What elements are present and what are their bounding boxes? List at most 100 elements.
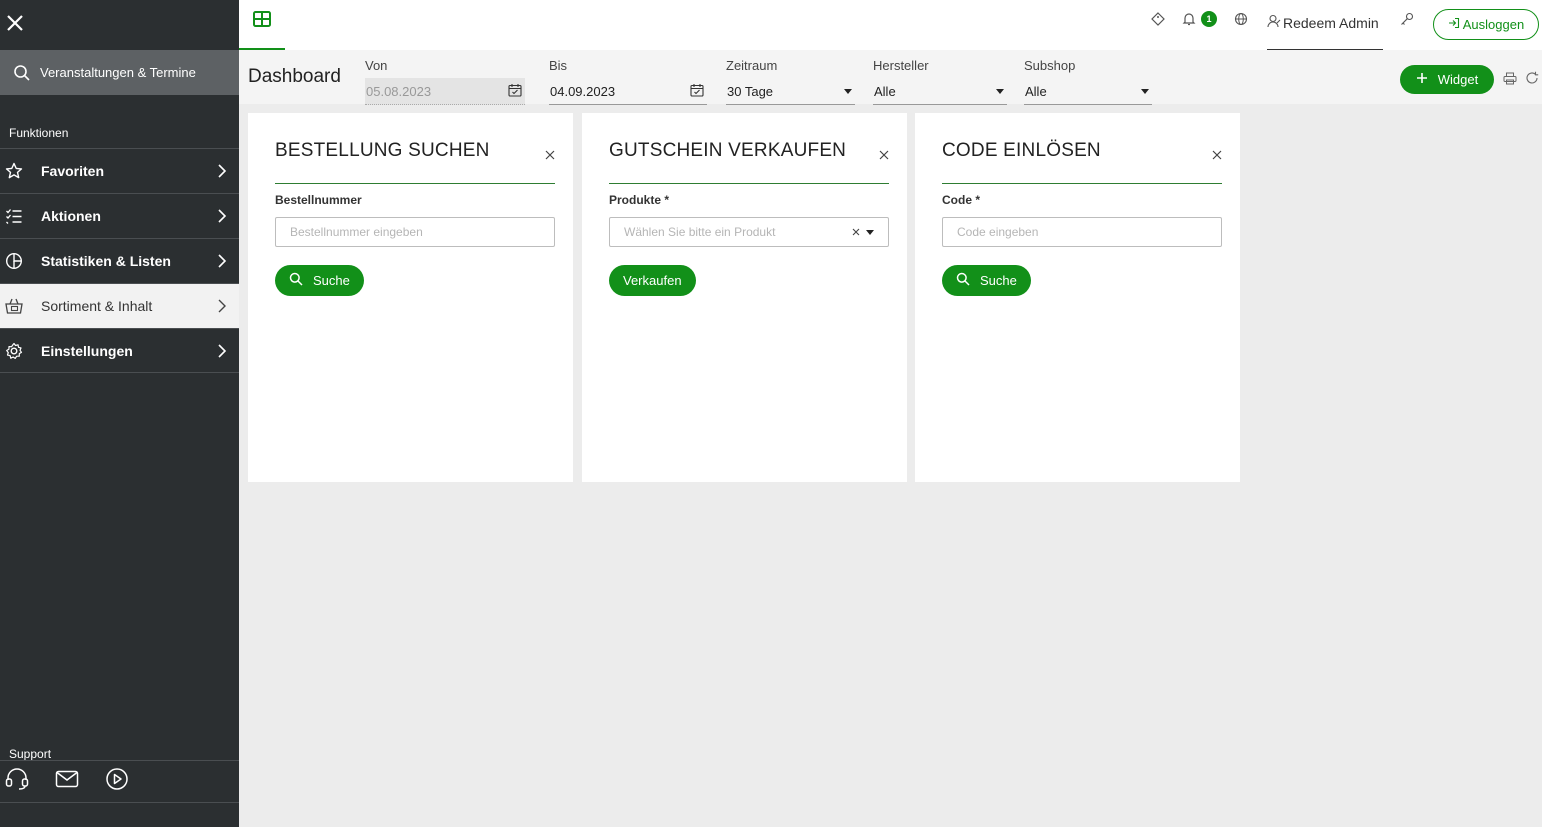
gear-icon <box>0 342 41 360</box>
section-functions: Funktionen <box>9 126 69 140</box>
headset-icon[interactable] <box>5 768 29 795</box>
sidebar-item-label: Sortiment & Inhalt <box>41 298 153 314</box>
key-icon[interactable] <box>1400 12 1414 31</box>
filter-subshop-label: Subshop <box>1024 58 1076 73</box>
field-label: Code * <box>942 193 981 207</box>
sidebar-item-settings[interactable]: Einstellungen <box>0 328 239 373</box>
from-date-field[interactable]: 05.08.2023 <box>365 78 525 105</box>
widget-title: BESTELLUNG SUCHEN <box>275 140 490 161</box>
clear-icon[interactable] <box>852 225 860 239</box>
search-button[interactable]: Suche <box>275 265 364 296</box>
refresh-icon[interactable] <box>1525 71 1539 90</box>
sidebar-item-label: Einstellungen <box>41 342 133 359</box>
widget-order-search: BESTELLUNG SUCHEN Bestellnummer Bestelln… <box>248 113 573 482</box>
divider <box>942 183 1222 184</box>
user-icon <box>1267 14 1281 31</box>
section-support: Support <box>9 747 52 761</box>
code-input[interactable]: Code eingeben <box>942 217 1222 247</box>
sidebar-search[interactable]: Veranstaltungen & Termine <box>0 50 239 95</box>
mail-icon[interactable] <box>55 770 79 793</box>
search-icon <box>0 64 40 82</box>
sidebar-item-label: Favoriten <box>41 163 105 179</box>
filter-period: Zeitraum 30 Tage <box>726 58 855 105</box>
caret-down-icon <box>844 88 852 94</box>
filter-manufacturer: Hersteller Alle <box>873 58 1007 105</box>
sidebar-item-favorites[interactable]: Favoriten <box>0 148 239 193</box>
manufacturer-value: Alle <box>874 83 896 99</box>
bell-icon[interactable] <box>1182 12 1196 31</box>
globe-icon[interactable] <box>1234 12 1248 31</box>
chevron-right-icon <box>217 253 227 274</box>
widget-sell-voucher: GUTSCHEIN VERKAUFEN Produkte * Wählen Si… <box>582 113 907 482</box>
order-number-placeholder: Bestellnummer eingeben <box>290 225 423 239</box>
sidebar-item-label: Aktionen <box>41 208 101 224</box>
play-icon[interactable] <box>105 767 129 796</box>
page-title: Dashboard <box>248 66 341 87</box>
add-widget-button[interactable]: Widget <box>1400 65 1494 94</box>
calendar-icon[interactable] <box>690 83 704 100</box>
sidebar: Veranstaltungen & Termine Funktionen Fav… <box>0 0 239 827</box>
filter-subshop: Subshop Alle <box>1024 58 1152 105</box>
print-icon[interactable] <box>1503 72 1517 90</box>
search-icon <box>289 272 303 289</box>
to-date-field[interactable]: 04.09.2023 <box>549 78 707 105</box>
chevron-right-icon <box>217 163 227 184</box>
sidebar-item-actions[interactable]: Aktionen <box>0 193 239 238</box>
widget-redeem-code: CODE EINLÖSEN Code * Code eingeben Suche <box>915 113 1240 482</box>
close-icon[interactable] <box>1212 147 1222 165</box>
logout-label: Ausloggen <box>1462 17 1525 32</box>
period-select[interactable]: 30 Tage <box>726 78 855 105</box>
select-controls <box>852 225 874 239</box>
notification-badge: 1 <box>1201 11 1217 27</box>
user-name: Redeem Admin <box>1283 14 1379 31</box>
support-links <box>0 760 239 803</box>
pie-chart-icon <box>0 252 41 270</box>
divider <box>609 183 889 184</box>
grid-icon <box>253 11 271 48</box>
filter-period-label: Zeitraum <box>726 58 778 73</box>
tag-icon[interactable] <box>1151 12 1165 31</box>
basket-icon <box>0 297 41 315</box>
star-icon <box>0 162 41 180</box>
field-label: Produkte * <box>609 193 670 207</box>
tab-dashboard[interactable] <box>239 0 285 50</box>
code-placeholder: Code eingeben <box>957 225 1039 239</box>
sidebar-search-label: Veranstaltungen & Termine <box>40 65 196 80</box>
filter-from-label: Von <box>365 58 388 73</box>
sidebar-item-label: Statistiken & Listen <box>41 253 171 269</box>
sidebar-menu: Favoriten Aktionen Statistiken & Listen … <box>0 148 239 373</box>
period-value: 30 Tage <box>727 83 774 99</box>
manufacturer-select[interactable]: Alle <box>873 78 1007 105</box>
chevron-right-icon <box>217 298 227 319</box>
close-icon[interactable] <box>879 147 889 165</box>
close-icon[interactable] <box>545 147 555 165</box>
chevron-right-icon <box>217 343 227 364</box>
plus-icon <box>1416 72 1428 87</box>
sidebar-item-assortment[interactable]: Sortiment & Inhalt <box>0 283 239 328</box>
filter-bar: Dashboard Von 05.08.2023 Bis 04.09.2023 … <box>239 50 1542 105</box>
search-button[interactable]: Suche <box>942 265 1031 296</box>
field-label: Bestellnummer <box>275 193 362 207</box>
order-number-input[interactable]: Bestellnummer eingeben <box>275 217 555 247</box>
divider <box>275 183 555 184</box>
sell-button[interactable]: Verkaufen <box>609 265 696 296</box>
search-button-label: Suche <box>313 273 350 288</box>
sidebar-item-statistics[interactable]: Statistiken & Listen <box>0 238 239 283</box>
topbar: 1 Redeem Admin Ausloggen <box>239 0 1542 50</box>
subshop-select[interactable]: Alle <box>1024 78 1152 105</box>
add-widget-label: Widget <box>1437 72 1479 87</box>
subshop-value: Alle <box>1025 83 1047 99</box>
filter-manufacturer-label: Hersteller <box>873 58 929 73</box>
close-icon[interactable] <box>4 12 26 34</box>
caret-down-icon[interactable] <box>866 229 874 235</box>
caret-down-icon <box>996 88 1004 94</box>
checklist-icon <box>0 207 41 225</box>
user-menu[interactable]: Redeem Admin <box>1267 0 1383 50</box>
search-icon <box>956 272 970 289</box>
calendar-icon[interactable] <box>508 83 522 100</box>
sell-button-label: Verkaufen <box>623 273 682 288</box>
product-select[interactable]: Wählen Sie bitte ein Produkt <box>609 217 889 247</box>
logout-button[interactable]: Ausloggen <box>1433 9 1539 40</box>
filter-to: Bis 04.09.2023 <box>549 58 707 105</box>
to-date-value: 04.09.2023 <box>550 83 616 99</box>
